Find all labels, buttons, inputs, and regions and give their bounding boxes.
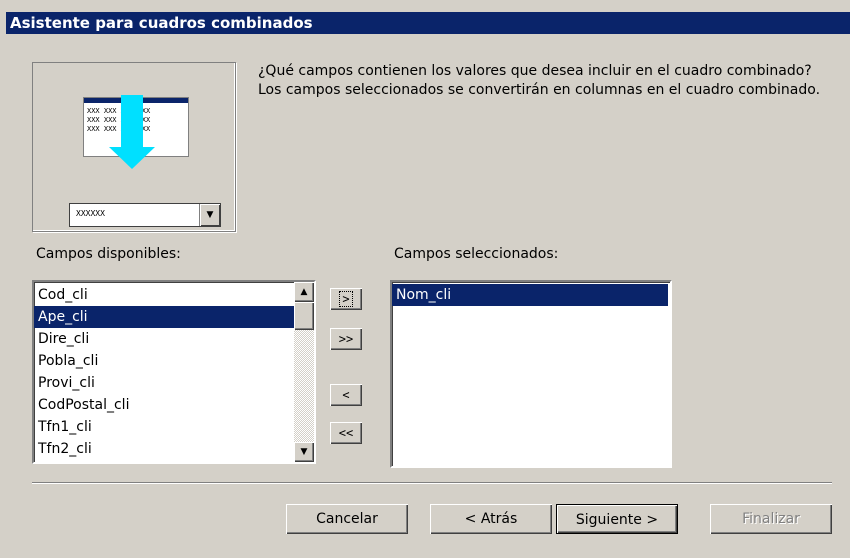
cancel-button[interactable]: Cancelar bbox=[286, 504, 408, 534]
down-arrow-icon bbox=[121, 95, 143, 147]
add-one-button[interactable]: > bbox=[330, 288, 362, 310]
chevron-down-icon: ▼ bbox=[199, 204, 220, 226]
scroll-up-button[interactable]: ▲ bbox=[294, 282, 314, 302]
list-item[interactable]: Nom_cli bbox=[392, 284, 668, 306]
list-item-label: CodPostal_cli bbox=[38, 397, 130, 413]
remove-all-button[interactable]: << bbox=[330, 422, 362, 444]
list-item-label: Ape_cli bbox=[38, 309, 88, 325]
list-item[interactable]: Ape_cli bbox=[34, 306, 296, 328]
finish-button[interactable]: Finalizar bbox=[710, 504, 832, 534]
wizard-illustration: XXX XXX XXX XXX XXX XXX XXX XXX XXX XXX … bbox=[32, 62, 236, 232]
list-item[interactable]: Provi_cli bbox=[34, 372, 296, 394]
scroll-thumb[interactable] bbox=[294, 302, 314, 330]
selected-fields-list[interactable]: Nom_cli bbox=[390, 280, 672, 468]
chevron-down-icon: ▼ bbox=[300, 447, 308, 457]
list-item-label: Dire_cli bbox=[38, 331, 90, 347]
list-item-label: Tfn2_cli bbox=[38, 441, 92, 457]
illustration-combo-text: XXXXXX bbox=[76, 209, 105, 218]
wizard-body: XXX XXX XXX XXX XXX XXX XXX XXX XXX XXX … bbox=[6, 34, 850, 558]
remove-one-button[interactable]: < bbox=[330, 384, 362, 406]
list-item[interactable]: Tfn1_cli bbox=[34, 416, 296, 438]
list-item[interactable]: CodPostal_cli bbox=[34, 394, 296, 416]
vertical-scrollbar[interactable]: ▲ ▼ bbox=[294, 282, 314, 462]
list-item-label: Nom_cli bbox=[396, 287, 452, 303]
list-item-label: Cod_cli bbox=[38, 287, 88, 303]
available-fields-list[interactable]: Cod_cli Ape_cli Dire_cli Pobla_cli Provi… bbox=[32, 280, 316, 464]
window-title: Asistente para cuadros combinados bbox=[6, 12, 850, 34]
list-item[interactable]: Cod_cli bbox=[34, 284, 296, 306]
available-fields-label: Campos disponibles: bbox=[36, 246, 181, 262]
next-button[interactable]: Siguiente > bbox=[556, 504, 678, 534]
chevron-up-icon: ▲ bbox=[300, 287, 308, 297]
illustration-combo: XXXXXX ▼ bbox=[69, 203, 221, 227]
scroll-down-button[interactable]: ▼ bbox=[294, 442, 314, 462]
selected-fields-items: Nom_cli bbox=[392, 284, 668, 306]
list-item[interactable]: Tfn2_cli bbox=[34, 438, 296, 460]
list-item[interactable]: Pobla_cli bbox=[34, 350, 296, 372]
footer-separator bbox=[32, 482, 832, 484]
available-fields-items: Cod_cli Ape_cli Dire_cli Pobla_cli Provi… bbox=[34, 284, 296, 460]
list-item[interactable]: Dire_cli bbox=[34, 328, 296, 350]
wizard-description: ¿Qué campos contienen los valores que de… bbox=[258, 63, 821, 98]
back-button[interactable]: < Atrás bbox=[430, 504, 552, 534]
list-item-label: Tfn1_cli bbox=[38, 419, 92, 435]
selected-fields-label: Campos seleccionados: bbox=[394, 246, 559, 262]
list-item-label: Pobla_cli bbox=[38, 353, 99, 369]
add-all-button[interactable]: >> bbox=[330, 328, 362, 350]
down-arrow-head-icon bbox=[109, 147, 155, 169]
add-one-label: > bbox=[339, 291, 353, 307]
list-item-label: Provi_cli bbox=[38, 375, 95, 391]
